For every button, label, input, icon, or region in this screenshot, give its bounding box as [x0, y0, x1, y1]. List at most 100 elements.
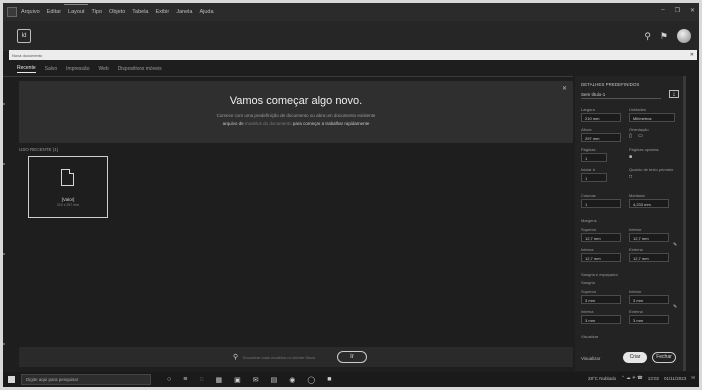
tab-dispositivos[interactable]: Dispositivos móveis — [118, 66, 162, 72]
facing-pages-label: Páginas opostas — [629, 147, 659, 152]
primary-frame-checkbox[interactable]: □ — [629, 174, 632, 180]
left-edge-marks — [3, 103, 6, 353]
photos-icon[interactable]: ▤ — [271, 376, 278, 384]
bleed-top-field[interactable]: 3 mm — [581, 295, 621, 304]
save-preset-icon[interactable]: ⤓ — [669, 90, 679, 98]
tab-salvo[interactable]: Salvo — [45, 66, 58, 72]
bleed-outside-field[interactable]: 3 mm — [629, 315, 669, 324]
avatar[interactable] — [677, 29, 691, 43]
bleed-section-label[interactable]: Sangria e espaçador — [581, 272, 618, 277]
close-icon[interactable]: ✕ — [690, 7, 695, 14]
widgets-icon[interactable]: ≡ — [183, 376, 187, 384]
bleed-outside-label: Externa — [629, 309, 643, 314]
menu-editar[interactable]: Editar — [47, 9, 61, 15]
indesign-taskbar-icon[interactable]: ■ — [327, 376, 331, 384]
edge-mark — [3, 343, 5, 345]
bleed-inside-field[interactable]: 3 mm — [581, 315, 621, 324]
bleed-bottom-field[interactable]: 3 mm — [629, 295, 669, 304]
create-button[interactable]: Criar — [623, 352, 647, 363]
welcome-suffix: para começar a trabalhar rapidamente — [292, 121, 370, 126]
bleed-bottom-label: Inferior — [629, 289, 642, 294]
portrait-icon[interactable]: ▯ — [629, 133, 632, 139]
app-icon — [7, 7, 17, 17]
notifications-icon[interactable]: ⚑ — [660, 31, 668, 42]
indesign-window: Arquivo Editar Layout Tipo Objeto Tabela… — [3, 3, 699, 387]
welcome-banner: Vamos começar algo novo. Comece com uma … — [19, 81, 573, 143]
indesign-logo: Id — [17, 29, 31, 43]
clock-time[interactable]: 13:02 — [648, 376, 659, 381]
panel-scrollbar[interactable] — [683, 76, 686, 371]
tray-icons[interactable]: ⌃ ☁ ☀ ☎ — [621, 375, 643, 381]
clock-date[interactable]: 01/11/2023 — [664, 376, 686, 381]
weather-status[interactable]: 28°C Nublado — [588, 376, 616, 381]
close-tab-icon[interactable]: ✕ — [690, 52, 694, 58]
width-field[interactable]: 210 mm — [581, 113, 621, 122]
edge-icon[interactable]: ◌ — [199, 376, 203, 384]
outside-margin-field[interactable]: 12,7 mm — [629, 253, 669, 262]
tab-impressao[interactable]: Impressão — [66, 66, 89, 72]
height-label: Altura — [581, 127, 592, 132]
units-select[interactable]: Milímetros — [629, 113, 675, 122]
menu-objeto[interactable]: Objeto — [109, 9, 125, 15]
taskbar-search-input[interactable]: Digite aqui para pesquisar — [21, 374, 151, 385]
menu-highlight — [64, 4, 88, 5]
top-margin-label: Superior — [581, 227, 597, 232]
units-label: Unidades — [629, 107, 646, 112]
pages-field[interactable]: 1 — [581, 153, 607, 162]
minimize-icon[interactable]: – — [661, 7, 664, 14]
preview-label[interactable]: Visualizar — [581, 334, 598, 339]
columns-field[interactable]: 1 — [581, 199, 621, 208]
tab-web[interactable]: Web — [98, 66, 108, 72]
mail-icon[interactable]: ✉ — [253, 376, 259, 384]
menu-janela[interactable]: Janela — [176, 9, 192, 15]
start-label: Iniciar # — [581, 167, 596, 172]
templates-link[interactable]: modelos do documento — [245, 121, 292, 126]
close-button[interactable]: Fechar — [652, 352, 676, 363]
menu-arquivo[interactable]: Arquivo — [21, 9, 40, 15]
stock-search-bar: ⚲ Ir — [19, 347, 573, 367]
banner-close-icon[interactable]: ✕ — [562, 85, 567, 92]
welcome-text-2: arquivo de modelos do documento para com… — [19, 121, 573, 126]
edge-mark — [3, 163, 5, 165]
menu-tipo[interactable]: Tipo — [92, 9, 103, 15]
landscape-icon[interactable]: ▭ — [638, 133, 643, 139]
system-tray: 28°C Nublado ⌃ ☁ ☀ ☎ 13:02 01/11/2023 ✉ — [588, 375, 695, 381]
windows-start-icon[interactable] — [8, 376, 15, 383]
explorer-icon[interactable]: ▦ — [216, 376, 223, 384]
document-name-field[interactable]: Sem título-1 — [581, 92, 661, 99]
section-label: USO RECENTE (1) — [19, 147, 59, 152]
task-view-icon[interactable]: ○ — [167, 376, 171, 384]
top-margin-field[interactable]: 12,7 mm — [581, 233, 621, 242]
go-button[interactable]: Ir — [337, 351, 367, 363]
preset-details-panel: DETALHES PREDEFINIDOS Sem título-1 ⤓ Lar… — [575, 76, 686, 371]
menu-layout[interactable]: Layout — [68, 9, 85, 15]
gutter-label: Medianiz — [629, 193, 646, 198]
tab-recente[interactable]: Recente — [17, 65, 36, 73]
preview-toggle[interactable]: Visualizar — [581, 356, 600, 361]
notification-icon[interactable]: ✉ — [691, 375, 695, 381]
facing-pages-checkbox[interactable]: ■ — [629, 154, 632, 160]
stock-search-input[interactable] — [243, 353, 323, 361]
bottom-margin-field[interactable]: 12,7 mm — [629, 233, 669, 242]
search-icon[interactable]: ⚲ — [644, 31, 651, 42]
document-icon — [61, 169, 74, 186]
maximize-icon[interactable]: ❐ — [675, 7, 680, 14]
margins-label[interactable]: Margens — [581, 218, 597, 223]
gutter-field[interactable]: 4,233 mm — [629, 199, 669, 208]
height-field[interactable]: 297 mm — [581, 133, 621, 142]
stock-search-icon: ⚲ — [233, 354, 239, 361]
taskbar-apps: ○ ≡ ◌ ▦ ▣ ✉ ▤ ◉ ◯ ■ — [167, 376, 331, 384]
link-margins-icon[interactable]: ✎ — [673, 242, 677, 248]
menu-ajuda[interactable]: Ajuda — [199, 9, 213, 15]
primary-frame-label: Quadro de texto primário — [629, 167, 674, 172]
opera-icon[interactable]: ◯ — [307, 376, 315, 384]
menu-tabela[interactable]: Tabela — [132, 9, 148, 15]
preset-card[interactable]: [Valor] 210 x 297 mm — [28, 156, 108, 218]
window-controls: – ❐ ✕ — [661, 7, 695, 14]
chrome-icon[interactable]: ◉ — [289, 376, 295, 384]
link-bleed-icon[interactable]: ✎ — [673, 304, 677, 310]
inside-margin-field[interactable]: 12,7 mm — [581, 253, 621, 262]
menu-exibir[interactable]: Exibir — [155, 9, 169, 15]
start-field[interactable]: 1 — [581, 173, 607, 182]
store-icon[interactable]: ▣ — [234, 376, 241, 384]
